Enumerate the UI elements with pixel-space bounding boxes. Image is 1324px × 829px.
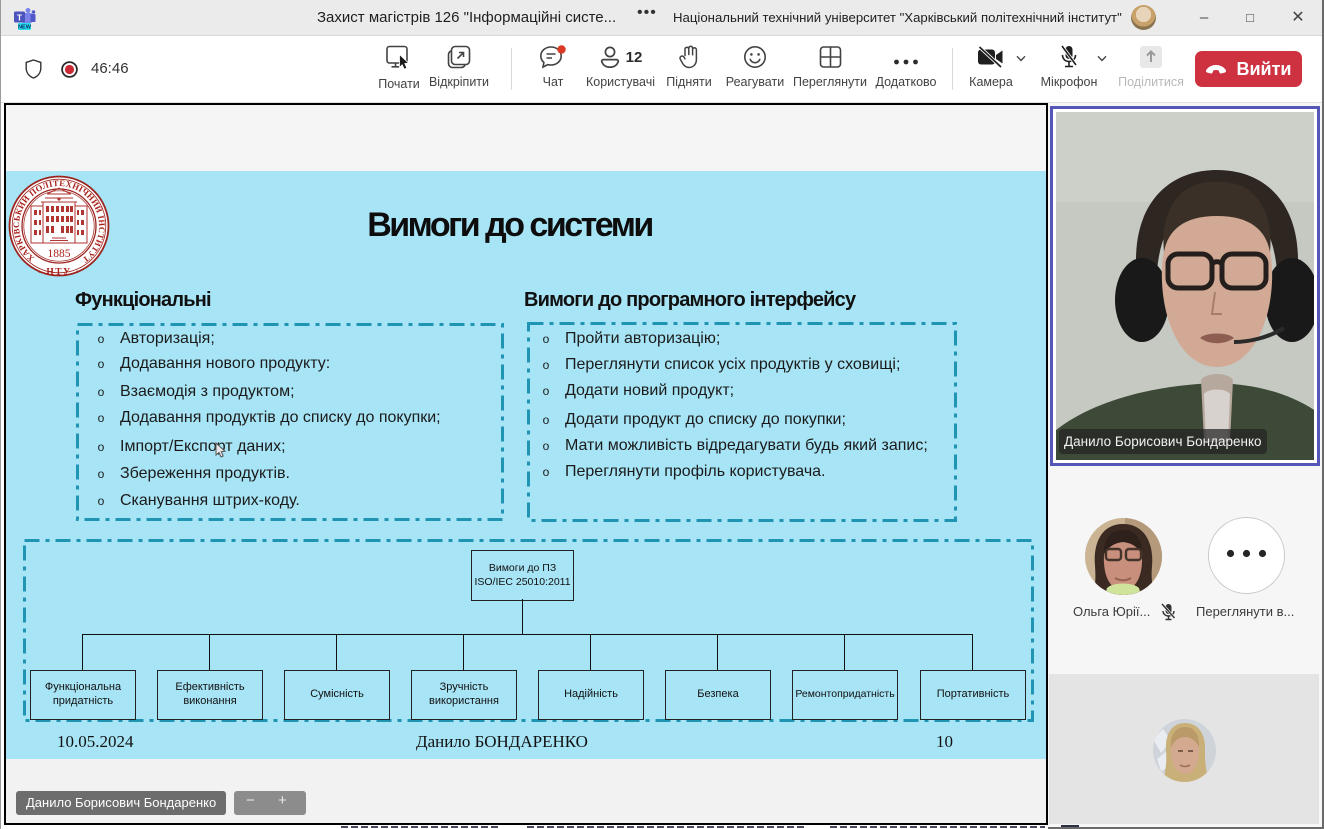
svg-text:T: T: [17, 13, 23, 23]
svg-text:NEW: NEW: [18, 25, 32, 31]
svg-text:1885: 1885: [48, 248, 71, 260]
svg-text:◦ НТУ ◦: ◦ НТУ ◦: [38, 268, 81, 278]
